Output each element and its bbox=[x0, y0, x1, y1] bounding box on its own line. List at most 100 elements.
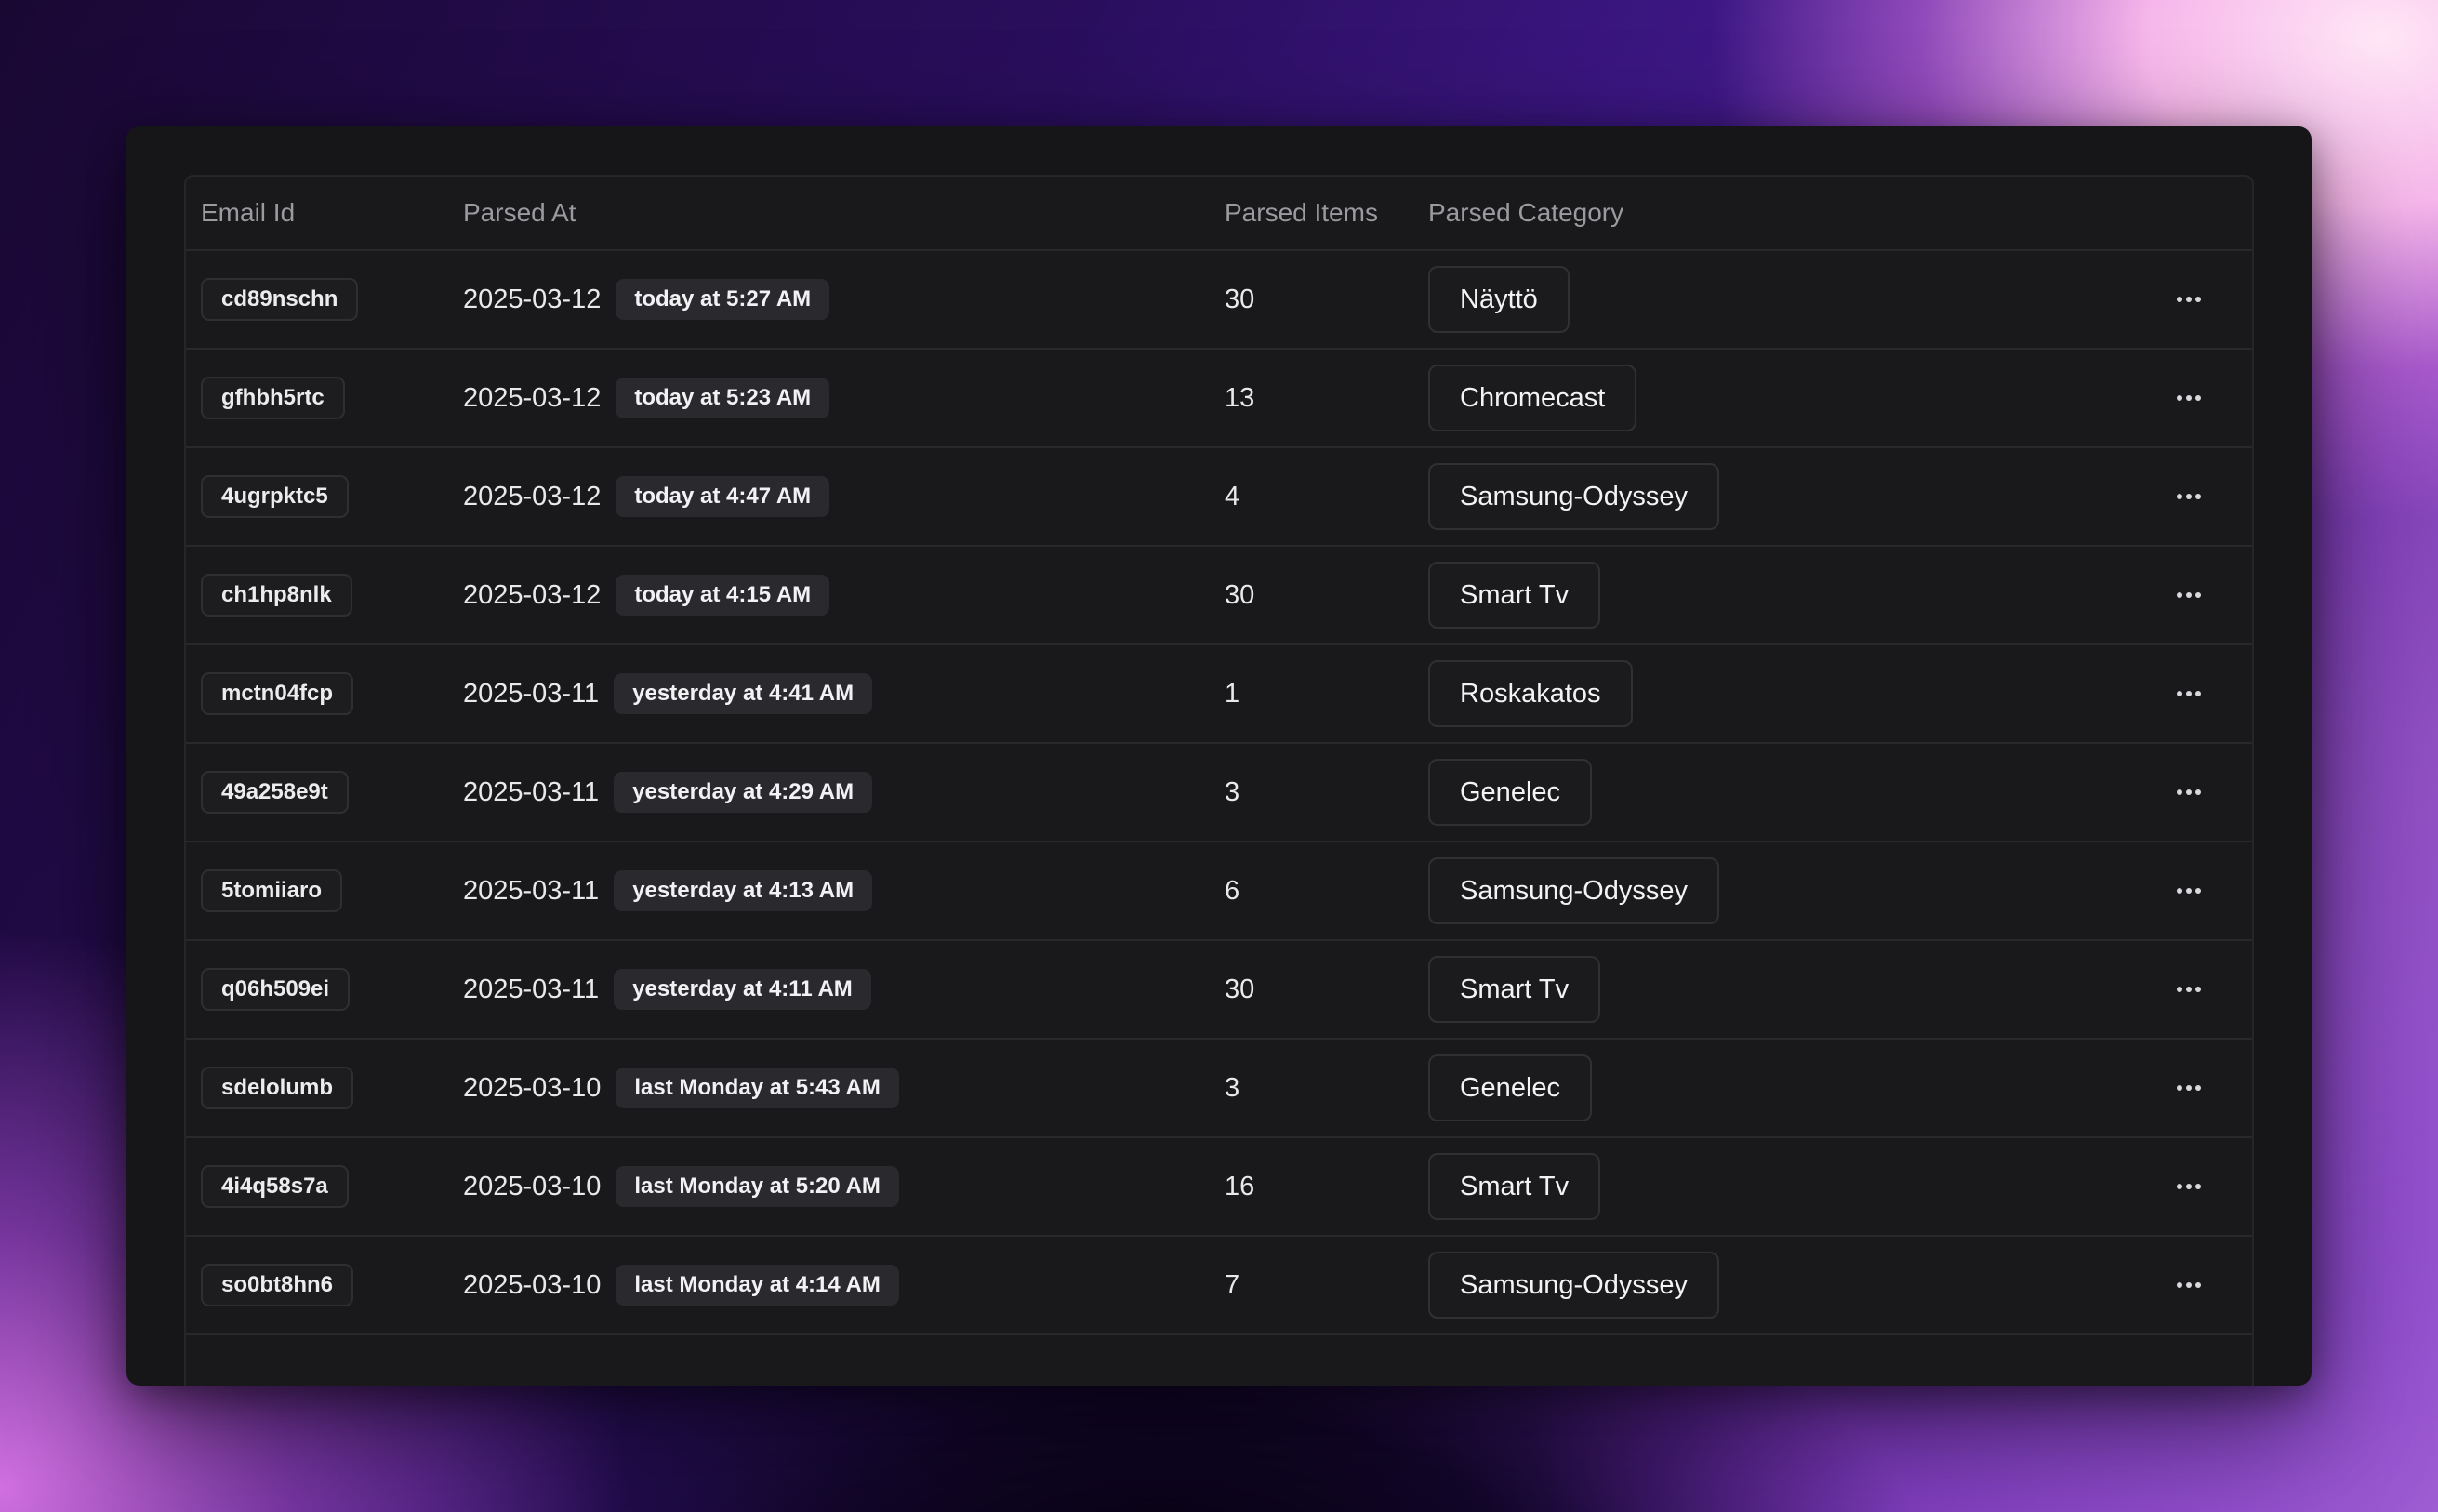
more-horizontal-icon bbox=[2177, 691, 2201, 696]
table-row[interactable]: 5tomiiaro 2025-03-11 yesterday at 4:13 A… bbox=[186, 842, 2252, 941]
category-tag[interactable]: Smart Tv bbox=[1428, 956, 1601, 1023]
parsed-items-count: 13 bbox=[1225, 382, 1255, 413]
parsed-items-count: 30 bbox=[1225, 974, 1255, 1004]
email-id-chip: q06h509ei bbox=[201, 968, 351, 1011]
parsed-at-cell: 2025-03-11 yesterday at 4:11 AM bbox=[463, 941, 871, 1038]
column-header-parsed-items[interactable]: Parsed Items bbox=[1225, 177, 1378, 249]
row-actions-button[interactable] bbox=[2170, 675, 2207, 712]
email-id-chip: sdelolumb bbox=[201, 1067, 354, 1109]
parsed-items-cell: 6 bbox=[1225, 842, 1239, 939]
column-header-parsed-at[interactable]: Parsed At bbox=[463, 177, 576, 249]
more-horizontal-icon bbox=[2177, 987, 2201, 992]
table-row[interactable]: so0bt8hn6 2025-03-10 last Monday at 4:14… bbox=[186, 1237, 2252, 1335]
parsed-category-cell: Samsung-Odyssey bbox=[1428, 448, 1719, 545]
table-row[interactable]: cd89nschn 2025-03-12 today at 5:27 AM 30… bbox=[186, 251, 2252, 350]
parsed-date: 2025-03-10 bbox=[463, 1269, 602, 1300]
parsed-at-cell: 2025-03-12 today at 4:15 AM bbox=[463, 547, 830, 643]
category-tag[interactable]: Genelec bbox=[1428, 1054, 1593, 1121]
parsed-items-cell: 3 bbox=[1225, 1040, 1239, 1136]
parsed-date: 2025-03-12 bbox=[463, 481, 602, 511]
row-actions-button[interactable] bbox=[2170, 478, 2207, 515]
row-actions-button[interactable] bbox=[2170, 1069, 2207, 1107]
table-row[interactable]: gfhbh5rtc 2025-03-12 today at 5:23 AM 13… bbox=[186, 350, 2252, 448]
category-tag[interactable]: Smart Tv bbox=[1428, 1153, 1601, 1220]
parsed-items-cell: 30 bbox=[1225, 547, 1254, 643]
column-header-parsed-category[interactable]: Parsed Category bbox=[1428, 177, 1623, 249]
category-tag[interactable]: Roskakatos bbox=[1428, 660, 1633, 727]
table-body: cd89nschn 2025-03-12 today at 5:27 AM 30… bbox=[186, 251, 2252, 1335]
more-horizontal-icon bbox=[2177, 297, 2201, 302]
table-row[interactable]: 49a258e9t 2025-03-11 yesterday at 4:29 A… bbox=[186, 744, 2252, 842]
parsed-category-cell: Smart Tv bbox=[1428, 1138, 1601, 1235]
row-actions-button[interactable] bbox=[2170, 1168, 2207, 1205]
category-tag[interactable]: Chromecast bbox=[1428, 365, 1637, 431]
table-row[interactable]: ch1hp8nlk 2025-03-12 today at 4:15 AM 30… bbox=[186, 547, 2252, 645]
row-actions-button[interactable] bbox=[2170, 774, 2207, 811]
table-row[interactable]: sdelolumb 2025-03-10 last Monday at 5:43… bbox=[186, 1040, 2252, 1138]
category-tag[interactable]: Samsung-Odyssey bbox=[1428, 463, 1719, 530]
more-horizontal-icon bbox=[2177, 1282, 2201, 1288]
row-actions-button[interactable] bbox=[2170, 872, 2207, 909]
row-actions-button[interactable] bbox=[2170, 1267, 2207, 1304]
email-id-cell: gfhbh5rtc bbox=[201, 350, 345, 446]
email-id-cell: 4ugrpktc5 bbox=[201, 448, 349, 545]
email-id-chip: so0bt8hn6 bbox=[201, 1264, 354, 1306]
parsed-category-cell: Näyttö bbox=[1428, 251, 1570, 348]
column-header-email-id[interactable]: Email Id bbox=[201, 177, 295, 249]
relative-time-badge: yesterday at 4:29 AM bbox=[614, 772, 873, 813]
category-tag[interactable]: Samsung-Odyssey bbox=[1428, 857, 1719, 924]
email-id-chip: 4i4q58s7a bbox=[201, 1165, 349, 1208]
email-id-cell: 49a258e9t bbox=[201, 744, 349, 841]
parsed-items-cell: 13 bbox=[1225, 350, 1254, 446]
more-horizontal-icon bbox=[2177, 789, 2201, 795]
parsed-items-count: 16 bbox=[1225, 1171, 1255, 1201]
category-tag[interactable]: Näyttö bbox=[1428, 266, 1570, 333]
parsed-at-cell: 2025-03-11 yesterday at 4:13 AM bbox=[463, 842, 873, 939]
row-actions-button[interactable] bbox=[2170, 379, 2207, 417]
parsed-category-cell: Smart Tv bbox=[1428, 547, 1601, 643]
parsed-category-cell: Samsung-Odyssey bbox=[1428, 1237, 1719, 1333]
email-id-cell: ch1hp8nlk bbox=[201, 547, 352, 643]
row-actions-button[interactable] bbox=[2170, 577, 2207, 614]
more-horizontal-icon bbox=[2177, 1085, 2201, 1091]
parsed-category-cell: Samsung-Odyssey bbox=[1428, 842, 1719, 939]
parsed-date: 2025-03-11 bbox=[463, 776, 600, 807]
table-row[interactable]: 4ugrpktc5 2025-03-12 today at 4:47 AM 4 … bbox=[186, 448, 2252, 547]
parsed-items-cell: 3 bbox=[1225, 744, 1239, 841]
email-id-cell: q06h509ei bbox=[201, 941, 351, 1038]
email-id-cell: sdelolumb bbox=[201, 1040, 354, 1136]
category-tag[interactable]: Genelec bbox=[1428, 759, 1593, 826]
email-id-cell: cd89nschn bbox=[201, 251, 359, 348]
parsed-items-count: 7 bbox=[1225, 1269, 1240, 1300]
category-tag[interactable]: Smart Tv bbox=[1428, 562, 1601, 629]
category-tag[interactable]: Samsung-Odyssey bbox=[1428, 1252, 1719, 1319]
parsed-category-cell: Chromecast bbox=[1428, 350, 1637, 446]
more-horizontal-icon bbox=[2177, 888, 2201, 894]
parsed-items-cell: 4 bbox=[1225, 448, 1239, 545]
relative-time-badge: today at 4:15 AM bbox=[616, 575, 830, 616]
table-row[interactable]: q06h509ei 2025-03-11 yesterday at 4:11 A… bbox=[186, 941, 2252, 1040]
table-header: Email Id Parsed At Parsed Items Parsed C… bbox=[186, 177, 2252, 251]
parsed-items-count: 30 bbox=[1225, 284, 1255, 314]
email-id-chip: 5tomiiaro bbox=[201, 869, 343, 912]
more-horizontal-icon bbox=[2177, 1184, 2201, 1189]
relative-time-badge: today at 5:23 AM bbox=[616, 378, 830, 418]
table-row[interactable]: 4i4q58s7a 2025-03-10 last Monday at 5:20… bbox=[186, 1138, 2252, 1237]
email-id-cell: 5tomiiaro bbox=[201, 842, 343, 939]
parsed-at-cell: 2025-03-12 today at 4:47 AM bbox=[463, 448, 830, 545]
relative-time-badge: yesterday at 4:13 AM bbox=[614, 870, 873, 911]
email-id-cell: 4i4q58s7a bbox=[201, 1138, 349, 1235]
parsed-at-cell: 2025-03-11 yesterday at 4:41 AM bbox=[463, 645, 873, 742]
table-row[interactable]: mctn04fcp 2025-03-11 yesterday at 4:41 A… bbox=[186, 645, 2252, 744]
row-actions-button[interactable] bbox=[2170, 971, 2207, 1008]
parsed-at-cell: 2025-03-12 today at 5:23 AM bbox=[463, 350, 830, 446]
relative-time-badge: last Monday at 5:20 AM bbox=[616, 1166, 899, 1207]
parsed-date: 2025-03-11 bbox=[463, 974, 600, 1004]
parsed-at-cell: 2025-03-12 today at 5:27 AM bbox=[463, 251, 830, 348]
relative-time-badge: last Monday at 4:14 AM bbox=[616, 1265, 899, 1306]
email-id-chip: 4ugrpktc5 bbox=[201, 475, 349, 518]
parsed-date: 2025-03-10 bbox=[463, 1072, 602, 1103]
parsed-items-count: 30 bbox=[1225, 579, 1255, 610]
row-actions-button[interactable] bbox=[2170, 281, 2207, 318]
more-horizontal-icon bbox=[2177, 494, 2201, 499]
